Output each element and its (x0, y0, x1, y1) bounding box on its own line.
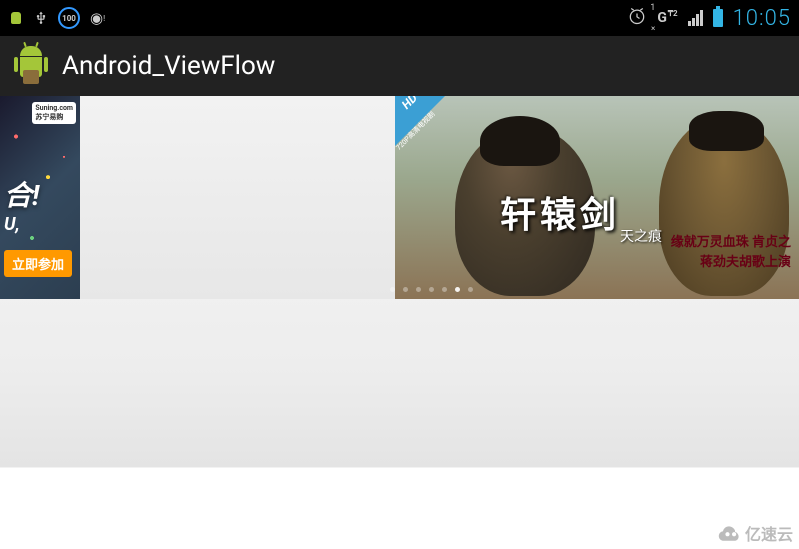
alarm-badge-top: 1 (650, 3, 655, 13)
slide-brand-badge: Suning.com苏宁易购 (32, 102, 76, 124)
usb-icon (34, 9, 48, 27)
page-indicator (390, 287, 473, 292)
viewflow-carousel[interactable]: Suning.com苏宁易购 合! U, 立即参加 HD 720P高清电视剧 轩… (0, 96, 799, 299)
battery-icon (713, 9, 723, 27)
show-tagline-2: 蒋劲夫胡歌上演 (700, 251, 791, 270)
show-title: 轩辕剑 (500, 186, 620, 238)
clock: 10:05 (733, 6, 791, 31)
network-type-icon: G ₸2 (657, 10, 677, 26)
alarm-icon: 1 × (627, 6, 647, 30)
status-bar: 100 ◉! 1 × G ₸2 10:05 (0, 0, 799, 36)
status-right-group: 1 × G ₸2 10:05 (627, 6, 791, 31)
carousel-slide-next[interactable]: HD 720P高清电视剧 轩辕剑 天之痕 缘就万灵血珠 肯贞之 蒋劲夫胡歌上演 (395, 96, 799, 299)
slide-headline: 合! (4, 174, 39, 214)
indicator-dot-active[interactable] (455, 287, 460, 292)
watermark-text: 亿速云 (745, 521, 793, 545)
watermark: 亿速云 (717, 521, 793, 545)
indicator-dot[interactable] (468, 287, 473, 292)
android-debug-icon (8, 9, 24, 27)
indicator-dot[interactable] (416, 287, 421, 292)
app-icon (14, 46, 48, 86)
signal-icon (688, 10, 703, 26)
carousel-slide-prev[interactable]: Suning.com苏宁易购 合! U, 立即参加 (0, 96, 80, 299)
slide-subline: U, (4, 214, 20, 235)
status-left-group: 100 ◉! (8, 7, 105, 29)
alarm-badge-bottom: × (651, 24, 655, 33)
indicator-dot[interactable] (442, 287, 447, 292)
indicator-dot[interactable] (390, 287, 395, 292)
cloud-icon (717, 525, 741, 541)
disc-icon: ◉! (90, 9, 105, 27)
content-area: Suning.com苏宁易购 合! U, 立即参加 HD 720P高清电视剧 轩… (0, 96, 799, 549)
app-title: Android_ViewFlow (62, 51, 275, 81)
indicator-dot[interactable] (429, 287, 434, 292)
app-title-bar: Android_ViewFlow (0, 36, 799, 96)
battery-badge-icon: 100 (58, 7, 80, 29)
indicator-dot[interactable] (403, 287, 408, 292)
join-now-button[interactable]: 立即参加 (4, 250, 72, 277)
show-tagline-1: 缘就万灵血珠 肯贞之 (671, 231, 791, 250)
show-subtitle: 天之痕 (620, 226, 662, 246)
